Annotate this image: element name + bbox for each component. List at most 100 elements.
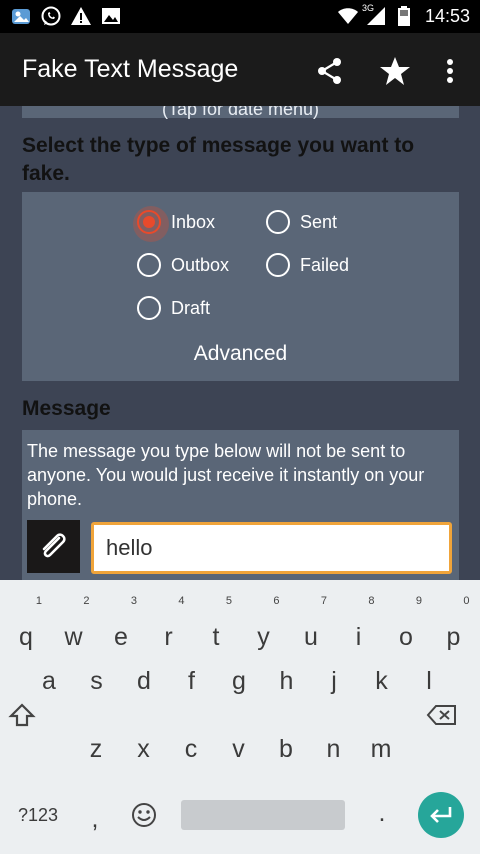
share-button[interactable] xyxy=(310,51,350,91)
key-x[interactable]: x xyxy=(122,722,166,776)
key-i-hint: 8 xyxy=(368,595,375,607)
soft-keyboard: q1w2e3r4t5y6u7i8o9p0 asdfghjkl zxcvbnm ?… xyxy=(0,580,480,854)
backspace-icon xyxy=(426,705,456,725)
key-z-label: z xyxy=(89,735,103,763)
notification-icons xyxy=(10,5,122,27)
key-r-hint: 4 xyxy=(178,595,185,607)
share-icon xyxy=(318,58,341,84)
message-info-text: The message you type below will not be s… xyxy=(27,441,425,509)
battery-icon xyxy=(393,5,415,27)
message-input[interactable]: hello xyxy=(91,522,452,574)
key-y-hint: 6 xyxy=(273,595,280,607)
status-bar: 3G 14:53 xyxy=(0,0,480,33)
key-a-label: a xyxy=(42,667,56,695)
message-panel: The message you type below will not be s… xyxy=(22,430,459,580)
radio-inbox[interactable]: Inbox xyxy=(133,206,216,242)
key-p-label: p xyxy=(446,623,461,651)
overflow-menu-button[interactable] xyxy=(430,51,470,91)
key-h[interactable]: h xyxy=(265,654,309,708)
key-v[interactable]: v xyxy=(217,722,261,776)
gallery-notification-icon xyxy=(10,5,32,27)
key-f[interactable]: f xyxy=(170,654,214,708)
key-x-label: x xyxy=(137,735,150,763)
wifi-icon xyxy=(337,5,359,27)
key-c[interactable]: c xyxy=(169,722,213,776)
clock: 14:53 xyxy=(424,5,470,26)
system-indicators: 3G 14:53 xyxy=(337,3,470,27)
key-j[interactable]: j xyxy=(312,654,356,708)
key-n[interactable]: n xyxy=(312,722,356,776)
message-type-heading: Select the type of message you want to f… xyxy=(22,134,415,185)
key-i-label: i xyxy=(355,623,362,651)
key-k[interactable]: k xyxy=(360,654,404,708)
key-d[interactable]: d xyxy=(122,654,166,708)
warning-icon xyxy=(70,5,92,27)
key-j-label: j xyxy=(331,667,337,695)
key-b-label: b xyxy=(279,735,293,763)
key-g-label: g xyxy=(232,667,246,695)
key-backspace[interactable] xyxy=(416,688,468,742)
whatsapp-icon xyxy=(40,5,62,27)
radio-sent[interactable]: Sent xyxy=(266,210,337,234)
key-q-label: q xyxy=(19,623,33,651)
enter-icon xyxy=(430,807,452,823)
image-icon xyxy=(100,5,122,27)
key-o-label: o xyxy=(399,623,413,651)
key-g[interactable]: g xyxy=(217,654,261,708)
key-e-label: e xyxy=(114,623,128,651)
key-c-label: c xyxy=(184,735,198,763)
advanced-button[interactable]: Advanced xyxy=(22,342,459,366)
key-v-label: v xyxy=(232,735,245,763)
emoji-icon xyxy=(132,803,156,827)
favorite-button[interactable] xyxy=(375,51,415,91)
radio-failed[interactable]: Failed xyxy=(266,253,349,277)
date-panel[interactable]: (Tap for date menu) xyxy=(22,106,459,119)
key-p-hint: 0 xyxy=(463,595,470,607)
key-s[interactable]: s xyxy=(75,654,119,708)
radio-outbox[interactable]: Outbox xyxy=(137,253,229,277)
radio-inbox-label: Inbox xyxy=(171,211,216,232)
paperclip-icon xyxy=(42,532,66,557)
key-q-hint: 1 xyxy=(35,595,42,607)
radio-outbox-circle xyxy=(137,253,161,277)
key-b[interactable]: b xyxy=(264,722,308,776)
key-k-label: k xyxy=(375,667,388,695)
key-n-label: n xyxy=(326,735,341,763)
radio-draft[interactable]: Draft xyxy=(137,296,210,320)
key-t-label: t xyxy=(212,623,220,651)
shift-icon xyxy=(8,703,36,727)
key-shift[interactable] xyxy=(0,688,44,742)
attach-button[interactable] xyxy=(27,520,80,573)
app-title: Fake Text Message xyxy=(22,55,239,83)
app-bar: Fake Text Message xyxy=(0,33,480,106)
key-w-label: w xyxy=(64,623,83,651)
network-type-label: 3G xyxy=(361,3,374,13)
key-emoji[interactable] xyxy=(122,788,166,842)
radio-sent-label: Sent xyxy=(300,211,338,232)
key-period[interactable]: . xyxy=(360,786,404,840)
radio-inbox-circle xyxy=(133,206,169,242)
key-enter[interactable] xyxy=(418,792,464,838)
key-m[interactable]: m xyxy=(359,722,403,776)
overflow-menu-icon xyxy=(447,59,453,83)
signal-icon: 3G xyxy=(361,3,387,27)
scroll-content[interactable]: (Tap for date menu) Select the type of m… xyxy=(0,106,480,580)
key-comma[interactable]: , xyxy=(75,792,115,846)
radio-failed-label: Failed xyxy=(300,254,350,275)
star-icon xyxy=(380,57,410,85)
key-u-label: u xyxy=(304,623,318,651)
key-symbols[interactable]: ?123 xyxy=(10,788,66,842)
key-d-label: d xyxy=(137,667,151,695)
key-h-label: h xyxy=(279,667,294,695)
radio-draft-label: Draft xyxy=(171,297,211,318)
radio-sent-circle xyxy=(266,210,290,234)
key-z[interactable]: z xyxy=(74,722,118,776)
key-r-label: r xyxy=(164,623,173,651)
radio-failed-circle xyxy=(266,253,290,277)
radio-draft-circle xyxy=(137,296,161,320)
key-s-label: s xyxy=(90,667,103,695)
key-e-hint: 3 xyxy=(130,595,137,607)
key-space[interactable] xyxy=(181,800,345,830)
key-u-hint: 7 xyxy=(320,595,327,607)
message-type-panel: Inbox Sent Outbox Failed Draft Advanced xyxy=(22,192,459,381)
